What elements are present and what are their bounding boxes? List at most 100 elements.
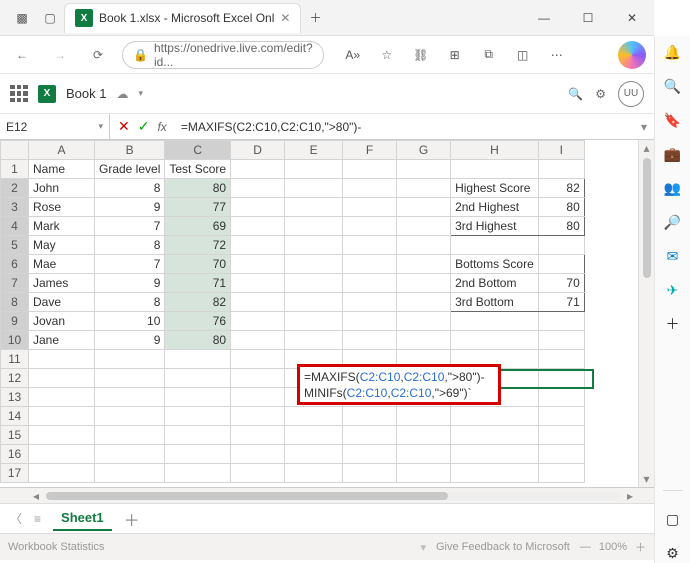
settings-rail-icon[interactable]: ⚙ (663, 543, 683, 563)
cell[interactable]: Dave (29, 293, 95, 312)
cell[interactable]: 80 (165, 179, 231, 198)
formula-edit-overlay[interactable]: =MAXIFS(C2:C10,C2:C10,">80")- MINIFs(C2:… (297, 364, 501, 405)
row-header[interactable]: 7 (1, 274, 29, 293)
cell[interactable]: 2nd Highest (451, 198, 539, 217)
cell[interactable]: Jovan (29, 312, 95, 331)
col-header-E[interactable]: E (285, 141, 343, 160)
cell[interactable]: 72 (165, 236, 231, 255)
scroll-down-icon[interactable]: ▾ (639, 471, 654, 487)
zoom-in-button[interactable]: ＋ (635, 539, 646, 555)
scroll-right-icon[interactable]: ▸ (622, 489, 638, 503)
cell[interactable]: 70 (538, 274, 584, 293)
cell[interactable]: 82 (165, 293, 231, 312)
cell[interactable]: 3rd Highest (451, 217, 539, 236)
cell[interactable]: Mark (29, 217, 95, 236)
bell-icon[interactable]: 🔔 (663, 42, 683, 62)
row-header[interactable]: 1 (1, 160, 29, 179)
cell[interactable]: 2nd Bottom (451, 274, 539, 293)
row-header[interactable]: 15 (1, 426, 29, 445)
name-box-dropdown-icon[interactable]: ▾ (98, 121, 103, 132)
cell[interactable]: 9 (95, 274, 165, 293)
cell[interactable]: 70 (165, 255, 231, 274)
cell[interactable]: 8 (95, 236, 165, 255)
cell[interactable]: 69 (165, 217, 231, 236)
row-header[interactable]: 12 (1, 369, 29, 388)
cell[interactable]: 7 (95, 217, 165, 236)
row-header[interactable]: 9 (1, 312, 29, 331)
zoom-level[interactable]: 100% (599, 541, 627, 553)
cell[interactable]: 8 (95, 293, 165, 312)
people-icon[interactable]: 👥 (663, 178, 683, 198)
formula-expand-icon[interactable]: ▾ (634, 120, 654, 134)
tag-icon[interactable]: 🔖 (663, 110, 683, 130)
sheet-prev-icon[interactable]: 〈 (10, 510, 22, 527)
window-maximize-button[interactable]: ☐ (566, 0, 610, 36)
row-header[interactable]: 6 (1, 255, 29, 274)
shopping-lock-icon[interactable]: ⛓ (408, 42, 434, 68)
fx-icon[interactable]: fx (157, 120, 166, 134)
row-header[interactable]: 13 (1, 388, 29, 407)
menu-icon[interactable]: ⋯ (544, 42, 570, 68)
settings-icon[interactable]: ⚙ (595, 87, 606, 101)
row-header[interactable]: 10 (1, 331, 29, 350)
cell[interactable]: 77 (165, 198, 231, 217)
read-aloud-icon[interactable]: A» (340, 42, 366, 68)
new-tab-button[interactable]: ＋ (301, 4, 329, 32)
select-all-corner[interactable] (1, 141, 29, 160)
cell[interactable]: Jane (29, 331, 95, 350)
feedback-button[interactable]: Give Feedback to Microsoft (436, 541, 570, 553)
cell[interactable] (538, 255, 584, 274)
col-header-I[interactable]: I (538, 141, 584, 160)
outlook-icon[interactable]: ✉ (663, 246, 683, 266)
user-avatar[interactable]: UU (618, 81, 644, 107)
formula-enter-button[interactable]: ✓ (138, 118, 150, 135)
copilot-icon[interactable] (618, 41, 646, 69)
horizontal-scrollbar[interactable]: ◂ ▸ (0, 488, 654, 504)
spreadsheet-grid[interactable]: A B C D E F G H I 1 Name Grade level Tes… (0, 140, 638, 487)
cell[interactable]: 80 (538, 217, 584, 236)
col-header-C[interactable]: C (165, 141, 231, 160)
name-box[interactable]: E12 ▾ (0, 114, 110, 139)
cell[interactable]: Bottoms Score (451, 255, 539, 274)
row-header[interactable]: 17 (1, 464, 29, 483)
empty-tab-icon[interactable]: ▢ (36, 4, 64, 32)
row-header[interactable]: 5 (1, 236, 29, 255)
refresh-button[interactable]: ⟳ (84, 41, 112, 69)
cell[interactable]: James (29, 274, 95, 293)
scroll-left-icon[interactable]: ◂ (28, 489, 44, 503)
zoom-rail-icon[interactable]: 🔎 (663, 212, 683, 232)
cell[interactable]: 80 (165, 331, 231, 350)
cell[interactable]: 9 (95, 198, 165, 217)
search-rail-icon[interactable]: 🔍 (663, 76, 683, 96)
extensions-icon[interactable]: ⊞ (442, 42, 468, 68)
cell[interactable]: 80 (538, 198, 584, 217)
row-header[interactable]: 11 (1, 350, 29, 369)
briefcase-icon[interactable]: 💼 (663, 144, 683, 164)
cell[interactable]: 76 (165, 312, 231, 331)
workbook-name[interactable]: Book 1 (66, 86, 106, 101)
cell[interactable]: Grade level (95, 160, 165, 179)
sheet-tab-active[interactable]: Sheet1 (53, 506, 112, 531)
cell[interactable]: 71 (538, 293, 584, 312)
favorite-icon[interactable]: ☆ (374, 42, 400, 68)
cell[interactable]: 3rd Bottom (451, 293, 539, 312)
sheet-all-icon[interactable]: ≡ (34, 512, 41, 526)
cell[interactable]: May (29, 236, 95, 255)
zoom-out-button[interactable]: — (580, 541, 591, 553)
tab-close-icon[interactable]: ✕ (280, 11, 290, 25)
row-header[interactable]: 8 (1, 293, 29, 312)
col-header-G[interactable]: G (397, 141, 451, 160)
col-header-B[interactable]: B (95, 141, 165, 160)
col-header-H[interactable]: H (451, 141, 539, 160)
cell[interactable]: 7 (95, 255, 165, 274)
row-header[interactable]: 4 (1, 217, 29, 236)
formula-input[interactable] (175, 114, 634, 139)
cell[interactable]: Mae (29, 255, 95, 274)
col-header-A[interactable]: A (29, 141, 95, 160)
cell[interactable]: John (29, 179, 95, 198)
search-icon[interactable]: 🔍 (568, 87, 583, 101)
cell[interactable]: Name (29, 160, 95, 179)
cell[interactable]: 10 (95, 312, 165, 331)
window-close-button[interactable]: ✕ (610, 0, 654, 36)
cell[interactable]: 9 (95, 331, 165, 350)
